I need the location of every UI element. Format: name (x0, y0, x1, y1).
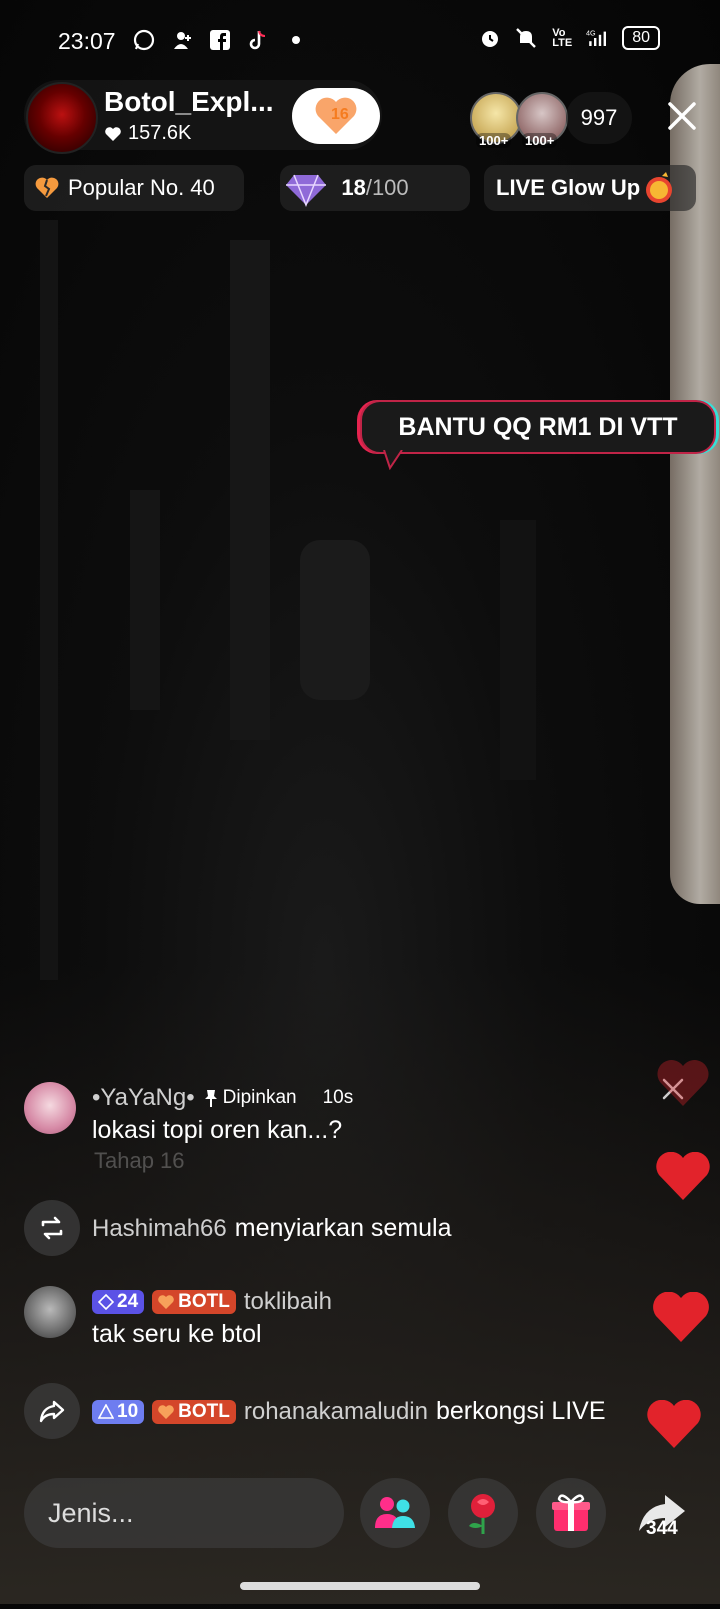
repost-event: Hashimah66 menyiarkan semula (24, 1200, 644, 1256)
commenter-avatar[interactable] (24, 1286, 76, 1338)
rose-gift-button[interactable] (448, 1478, 518, 1548)
comment-text: tak seru ke btol (92, 1320, 262, 1348)
host-likes: 157.6K (104, 122, 191, 145)
host-likes-count: 157.6K (128, 122, 192, 144)
mute-icon (514, 26, 538, 50)
diamond-icon (98, 1403, 114, 1419)
rose-icon (469, 1494, 495, 1534)
whatsapp-icon (132, 28, 156, 52)
comment-username[interactable]: toklibaih (244, 1288, 332, 1316)
progress-current: 18 (341, 175, 366, 200)
host-name: Botol_Expl... (104, 86, 274, 117)
floating-heart-icon (653, 1292, 709, 1342)
gift-button[interactable] (536, 1478, 606, 1548)
notification-icons (132, 28, 308, 52)
chat-comment[interactable]: 24 BOTL toklibaih tak seru ke btol (24, 1286, 644, 1348)
battery-indicator: 80 (622, 26, 660, 50)
floating-heart-icon (656, 1152, 710, 1200)
viewer-badge: 100+ (522, 133, 558, 148)
event-text: berkongsi LIVE (435, 1397, 606, 1425)
repost-icon (24, 1200, 80, 1256)
system-status-icons: Vo LTE 4G 80 (478, 26, 660, 50)
close-icon[interactable] (662, 96, 702, 136)
fan-club-badge: BOTL (152, 1290, 236, 1314)
heart-icon (105, 126, 121, 141)
share-event: 10 BOTL rohanakamaludin berkongsi LIVE (24, 1383, 644, 1439)
tiktok-icon (246, 28, 270, 52)
pin-icon (204, 1090, 217, 1107)
progress-total: /100 (365, 175, 409, 200)
comment-input[interactable]: Jenis... (24, 1478, 344, 1548)
pinned-label: Dipinkan (203, 1087, 297, 1109)
pinned-comment[interactable]: •YaYaNg• Dipinkan 10s lokasi topi oren k… (24, 1082, 644, 1144)
fan-club-name: BOTL (178, 1400, 230, 1422)
fan-club-level: 16 (331, 106, 349, 123)
comment-text: lokasi topi oren kan...? (92, 1116, 343, 1144)
viewer-badge: 100+ (476, 133, 512, 148)
host-avatar[interactable] (26, 82, 98, 154)
follow-button[interactable]: 16 (292, 88, 380, 144)
level-number: 24 (117, 1291, 139, 1312)
top-viewers[interactable]: 100+ 100+ (470, 92, 568, 148)
home-indicator[interactable] (240, 1582, 480, 1590)
broken-heart-icon (35, 177, 59, 198)
svg-text:4G: 4G (586, 29, 596, 38)
floating-heart-icon (647, 1400, 701, 1448)
volte-icon: Vo LTE (552, 27, 573, 49)
pause-heart-icon (158, 1295, 174, 1309)
multi-guest-button[interactable] (360, 1478, 430, 1548)
glow-up-emoji-icon (646, 172, 673, 203)
event-username[interactable]: rohanakamaludin (244, 1398, 428, 1426)
live-glow-up-chip[interactable]: LIVE Glow Up (484, 165, 696, 211)
share-icon (24, 1383, 80, 1439)
status-bar: 23:07 Vo LTE 4G 80 (0, 0, 720, 82)
clock: 23:07 (58, 28, 116, 54)
fan-club-heart-icon: 16 (313, 96, 359, 136)
add-user-icon (170, 28, 194, 52)
gift-icon (552, 1494, 590, 1531)
dot-icon (284, 28, 308, 52)
popular-rank-chip[interactable]: Popular No. 40 (24, 165, 244, 211)
level-badge: 24 (92, 1290, 145, 1314)
pinned-text: Dipinkan (222, 1087, 297, 1108)
comment-time: 10s (322, 1087, 354, 1108)
alarm-icon (478, 26, 502, 50)
gem-progress-chip[interactable]: 18 /100 (280, 165, 470, 211)
gem-icon (286, 174, 326, 208)
fan-club-badge: BOTL (152, 1399, 236, 1424)
viewer-count[interactable]: 997 (566, 92, 632, 144)
level-badge: 10 (92, 1399, 145, 1424)
level-number: 10 (117, 1400, 139, 1422)
faded-comment: Tahap 16 (94, 1148, 185, 1173)
comment-input-placeholder: Jenis... (48, 1497, 134, 1528)
glow-up-label: LIVE Glow Up (496, 175, 641, 200)
share-count: 344 (646, 1518, 678, 1539)
commenter-avatar[interactable] (24, 1082, 76, 1134)
host-message-bubble: BANTU QQ RM1 DI VTT (360, 400, 716, 454)
fan-club-name: BOTL (178, 1291, 230, 1312)
heart-badge-icon (158, 1404, 174, 1419)
facebook-icon (208, 28, 232, 52)
users-icon (375, 1497, 415, 1528)
signal-4g-icon: 4G (586, 26, 610, 50)
floating-heart-icon (657, 1060, 709, 1106)
popular-rank-label: Popular No. 40 (68, 175, 215, 200)
bubble-tail (383, 450, 403, 470)
event-username[interactable]: Hashimah66 (92, 1215, 227, 1243)
diamond-icon (98, 1294, 114, 1310)
comment-username[interactable]: •YaYaNg• (92, 1084, 195, 1112)
event-text: menyiarkan semula (234, 1214, 452, 1242)
top-viewer-avatar[interactable]: 100+ (470, 92, 522, 148)
top-viewer-avatar[interactable]: 100+ (516, 92, 568, 148)
